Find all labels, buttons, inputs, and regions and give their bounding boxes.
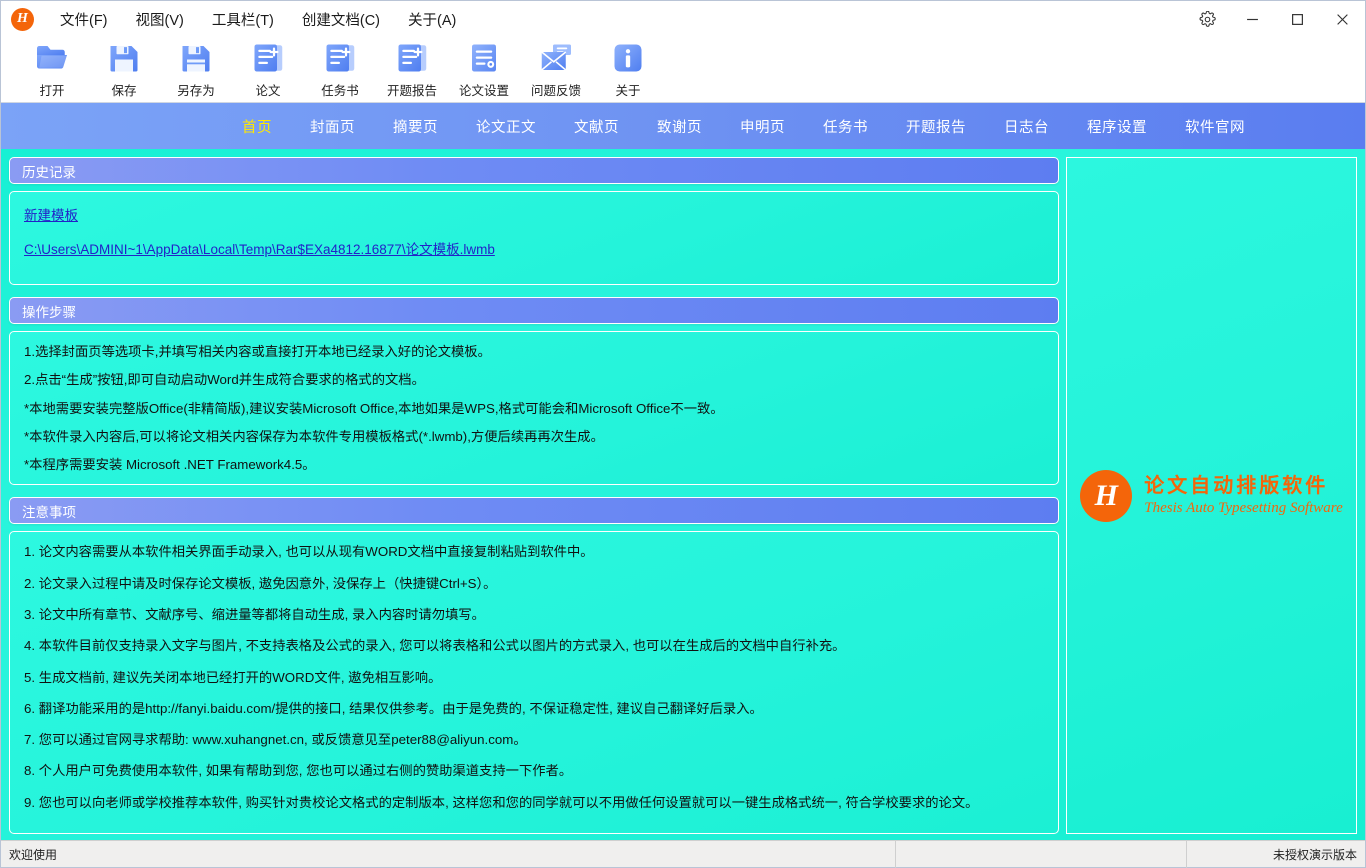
toolbar-label: 关于 (615, 84, 641, 98)
envelope-feedback-icon (541, 44, 571, 71)
steps-section-header: 操作步骤 (9, 297, 1059, 324)
title-bar: H 文件(F) 视图(V) 工具栏(T) 创建文档(C) 关于(A) (1, 1, 1365, 37)
history-section-header: 历史记录 (9, 157, 1059, 184)
app-logo-icon: H (11, 7, 34, 31)
menu-bar: 文件(F) 视图(V) 工具栏(T) 创建文档(C) 关于(A) (46, 1, 470, 37)
save-as-floppy-icon (182, 46, 210, 72)
brand-block: H 论文自动排版软件 Thesis Auto Typesetting Softw… (1080, 469, 1343, 522)
tab-acknowledgement[interactable]: 致谢页 (638, 116, 721, 137)
note-line: 5. 生成文档前, 建议先关闭本地已经打开的WORD文件, 遨免相互影响。 (24, 669, 442, 685)
status-message: 欢迎使用 (9, 847, 58, 862)
steps-panel: 操作步骤 1.选择封面页等选项卡,并填写相关内容或直接打开本地已经录入好的论文模… (9, 297, 1059, 486)
document-add-icon (254, 44, 283, 72)
application-window: H 文件(F) 视图(V) 工具栏(T) 创建文档(C) 关于(A) 打开 保存… (0, 0, 1366, 868)
toolbar-button-task-book[interactable]: 任务书 (307, 37, 373, 99)
toolbar-label: 论文设置 (458, 84, 509, 98)
tab-official-site[interactable]: 软件官网 (1166, 116, 1264, 137)
step-line: *本地需要安装完整版Office(非精简版),建议安装Microsoft Off… (24, 400, 724, 416)
step-line: 1.选择封面页等选项卡,并填写相关内容或直接打开本地已经录入好的论文模板。 (24, 344, 491, 359)
tab-home[interactable]: 首页 (223, 116, 291, 137)
toolbar-button-feedback[interactable]: 问题反馈 (523, 37, 589, 99)
menu-create-document[interactable]: 创建文档(C) (288, 1, 394, 37)
status-separator (1185, 840, 1187, 868)
steps-list: 1.选择封面页等选项卡,并填写相关内容或直接打开本地已经录入好的论文模板。 2.… (9, 331, 1059, 486)
note-line: 9. 您也可以向老师或学校推荐本软件, 购买针对贵校论文格式的定制版本, 这样您… (24, 794, 979, 810)
note-line: 2. 论文录入过程中请及时保存论文模板, 遨免因意外, 没保存上（快捷键Ctrl… (24, 575, 497, 591)
maximize-icon (1292, 13, 1303, 25)
menu-view[interactable]: 视图(V) (122, 1, 198, 37)
tab-log-console[interactable]: 日志台 (985, 116, 1068, 137)
document-add-icon (326, 44, 355, 72)
toolbar-button-about[interactable]: 关于 (595, 37, 661, 99)
step-line: *本程序需要安装 Microsoft .NET Framework4.5。 (24, 457, 316, 473)
sponsor-panel: H 论文自动排版软件 Thesis Auto Typesetting Softw… (1066, 157, 1357, 834)
window-controls (1185, 1, 1365, 37)
note-line: 4. 本软件目前仅支持录入文字与图片, 不支持表格及公式的录入, 您可以将表格和… (24, 638, 846, 654)
tab-declaration[interactable]: 申明页 (721, 116, 804, 137)
gear-icon (1199, 10, 1216, 27)
status-separator (894, 840, 896, 868)
document-settings-icon (472, 44, 496, 72)
folder-open-icon (37, 46, 67, 69)
tab-references-page[interactable]: 文献页 (555, 116, 638, 137)
note-line: 3. 论文中所有章节、文献序号、缩进量等都将自动生成, 录入内容时请勿填写。 (24, 606, 485, 622)
menu-about[interactable]: 关于(A) (394, 1, 470, 37)
toolbar-button-open[interactable]: 打开 (19, 37, 85, 99)
toolbar-label: 打开 (39, 84, 65, 98)
tab-abstract-page[interactable]: 摘要页 (374, 116, 457, 137)
toolbar-label: 论文 (255, 84, 281, 98)
tab-program-settings[interactable]: 程序设置 (1068, 116, 1166, 137)
menu-file[interactable]: 文件(F) (46, 1, 122, 37)
toolbar-label: 保存 (111, 84, 137, 98)
tab-cover-page[interactable]: 封面页 (291, 116, 374, 137)
toolbar-button-thesis-settings[interactable]: 论文设置 (451, 37, 517, 99)
notes-section-header: 注意事项 (9, 497, 1059, 525)
document-add-icon (398, 44, 427, 72)
note-line: 7. 您可以通过官网寻求帮助: www.xuhangnet.cn, 或反馈意见至… (24, 732, 527, 748)
brand-name-en: Thesis Auto Typesetting Software (1144, 499, 1343, 516)
note-line: 6. 翻译功能采用的是http://fanyi.baidu.com/提供的接口,… (24, 700, 763, 716)
maximize-button[interactable] (1275, 1, 1320, 37)
main-column: 历史记录 新建模板 C:\Users\ADMINI~1\AppData\Loca… (9, 157, 1066, 834)
license-status: 未授权演示版本 (1272, 847, 1357, 862)
tab-navigation-bar: 首页 封面页 摘要页 论文正文 文献页 致谢页 申明页 任务书 开题报告 日志台… (1, 103, 1365, 149)
save-floppy-icon (110, 46, 138, 72)
notes-panel: 注意事项 1. 论文内容需要从本软件相关界面手动录入, 也可以从现有WORD文档… (9, 497, 1059, 834)
history-list: 新建模板 C:\Users\ADMINI~1\AppData\Local\Tem… (9, 191, 1059, 285)
toolbar-label: 任务书 (321, 84, 359, 98)
step-line: 2.点击“生成”按钮,即可自动启动Word并生成符合要求的格式的文档。 (24, 372, 425, 388)
brand-text: 论文自动排版软件 Thesis Auto Typesetting Softwar… (1144, 473, 1342, 519)
info-icon (614, 44, 642, 72)
brand-logo-icon: H (1080, 469, 1133, 522)
history-link-template-path[interactable]: C:\Users\ADMINI~1\AppData\Local\Temp\Rar… (24, 238, 495, 258)
brand-name-cn: 论文自动排版软件 (1144, 472, 1329, 497)
note-line: 1. 论文内容需要从本软件相关界面手动录入, 也可以从现有WORD文档中直接复制… (24, 544, 594, 560)
content-area: 历史记录 新建模板 C:\Users\ADMINI~1\AppData\Loca… (1, 149, 1365, 840)
history-link-new-template[interactable]: 新建模板 (24, 204, 78, 224)
minimize-button[interactable] (1230, 1, 1275, 37)
close-icon (1337, 13, 1348, 25)
tab-task-book[interactable]: 任务书 (804, 116, 887, 137)
toolbar-button-proposal-report[interactable]: 开题报告 (379, 37, 445, 99)
toolbar-button-save-as[interactable]: 另存为 (163, 37, 229, 99)
settings-button[interactable] (1185, 1, 1230, 37)
toolbar-label: 开题报告 (386, 84, 437, 98)
minimize-icon (1247, 18, 1258, 20)
tab-thesis-body[interactable]: 论文正文 (457, 116, 555, 137)
close-button[interactable] (1320, 1, 1365, 37)
tab-proposal-report[interactable]: 开题报告 (887, 116, 985, 137)
toolbar-button-thesis[interactable]: 论文 (235, 37, 301, 99)
note-line: 8. 个人用户可免费使用本软件, 如果有帮助到您, 您也可以通过右侧的赞助渠道支… (24, 763, 573, 779)
main-toolbar: 打开 保存 另存为 论文 任务书 开题报告 论文设置 问题反馈 关于 (1, 37, 1365, 103)
step-line: *本软件录入内容后,可以将论文相关内容保存为本软件专用模板格式(*.lwmb),… (24, 428, 604, 444)
history-panel: 历史记录 新建模板 C:\Users\ADMINI~1\AppData\Loca… (9, 157, 1059, 285)
toolbar-button-save[interactable]: 保存 (91, 37, 157, 99)
toolbar-label: 问题反馈 (530, 84, 581, 98)
notes-list: 1. 论文内容需要从本软件相关界面手动录入, 也可以从现有WORD文档中直接复制… (9, 531, 1059, 834)
status-bar: 欢迎使用 未授权演示版本 (1, 840, 1365, 868)
toolbar-label: 另存为 (177, 84, 215, 98)
menu-toolbar[interactable]: 工具栏(T) (198, 1, 288, 37)
